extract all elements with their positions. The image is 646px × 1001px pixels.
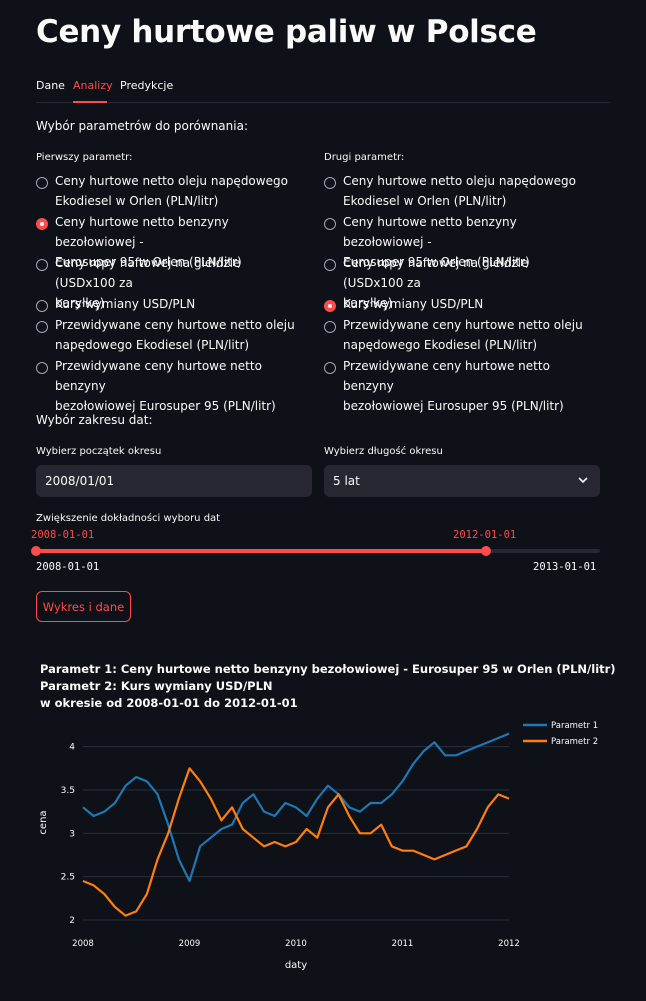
slider-min-label: 2008-01-01 [36,561,100,573]
tab-predykcje[interactable]: Predykcje [120,79,173,92]
chart-title-line-3: w okresie od 2008-01-01 do 2012-01-01 [40,696,298,710]
active-tab-indicator [73,101,107,103]
y-tick-label: 2 [69,916,75,926]
option-label-line: Ceny hurtowe netto benzyny bezołowiowej … [55,215,229,249]
second-param-option-1[interactable]: Ceny hurtowe netto oleju napędowego Ekodi… [324,174,588,211]
x-tick-label: 2011 [392,939,414,949]
radio-circle-icon[interactable] [36,218,48,230]
second-param-option-label: Przewidywane ceny hurtowe netto benzyny b… [343,356,588,416]
first-param-option-6[interactable]: Przewidywane ceny hurtowe netto benzyny b… [36,359,300,416]
compare-section-label: Wybór parametrów do porównania: [36,119,248,133]
start-date-input[interactable]: 2008/01/01 [36,465,312,497]
radio-circle-icon[interactable] [324,361,336,374]
second-param-option-label: Kurs wymiany USD/PLN [343,294,588,314]
first-param-option-label: Przewidywane ceny hurtowe netto benzyny b… [55,356,300,416]
date-range-section-label: Wybór zakresu dat: [36,413,153,427]
date-slider-fill [36,549,486,553]
radio-circle-icon[interactable] [36,320,48,333]
first-param-option-4[interactable]: Kurs wymiany USD/PLN [36,297,300,314]
radio-circle-icon[interactable] [36,177,48,189]
first-param-option-5[interactable]: Przewidywane ceny hurtowe netto oleju nap… [36,318,300,355]
radio-circle-icon[interactable] [324,177,336,189]
option-label-line: bezołowiowej Eurosuper 95 (PLN/litr) [343,398,564,413]
slider-label: Zwiększenie dokładności wyboru dat [36,513,221,524]
x-axis-label: daty [285,960,307,971]
line-chart: 2 2.5 3 3.5 4 2008 2009 2010 2011 2012 daty cena Par… [38,721,598,971]
x-tick-label: 2009 [179,939,201,949]
x-tick-label: 2012 [498,939,520,949]
option-label-line: Przewidywane ceny hurtowe netto oleju [55,317,295,332]
option-label-line: Przewidywane ceny hurtowe netto benzyny [343,358,550,393]
start-date-label: Wybierz początek okresu [36,446,162,457]
option-label-line: Przewidywane ceny hurtowe netto oleju [343,317,583,332]
option-label-line: Ceny hurtowe netto oleju napędowego [343,174,576,188]
tab-analizy[interactable]: Analizy [73,79,113,92]
chart-and-data-button[interactable]: Wykres i dane [36,591,131,622]
first-param-option-1[interactable]: Ceny hurtowe netto oleju napędowego Ekodi… [36,174,300,211]
tab-bar: Dane Analizy Predykcje [36,76,610,103]
series-line-1 [82,732,510,883]
x-tick-label: 2008 [72,939,94,949]
first-param-option-label: Ceny hurtowe netto oleju napędowego Ekodi… [55,171,300,211]
radio-circle-icon[interactable] [36,300,48,312]
chevron-down-icon [578,465,588,497]
second-param-option-4[interactable]: Kurs wymiany USD/PLN [324,297,588,314]
radio-circle-icon[interactable] [324,320,336,333]
x-tick-label: 2010 [285,939,307,949]
option-label-line: Przewidywane ceny hurtowe netto benzyny [55,358,262,393]
first-param-option-label: Przewidywane ceny hurtowe netto oleju nap… [55,315,300,355]
period-length-select[interactable]: 5 lat [324,465,600,497]
chart-title-line-2: Parametr 2: Kurs wymiany USD/PLN [40,679,273,693]
chart-title-line-1: Parametr 1: Ceny hurtowe netto benzyny b… [40,662,616,676]
option-label-line: napędowego Ekodiesel (PLN/litr) [55,337,250,352]
slider-max-label: 2013-01-01 [533,561,597,573]
option-label-line: Kurs wymiany USD/PLN [55,297,196,311]
y-axis-label: cena [38,810,49,834]
second-param-option-6[interactable]: Przewidywane ceny hurtowe netto benzyny b… [324,359,588,416]
option-label-line: Ceny hurtowe netto oleju napędowego [55,174,288,188]
radio-circle-icon[interactable] [36,259,48,271]
radio-circle-icon[interactable] [324,300,336,312]
slider-high-handle[interactable] [481,546,491,556]
first-param-option-label: Kurs wymiany USD/PLN [55,294,300,314]
period-length-value: 5 lat [333,474,360,488]
y-tick-label: 2.5 [61,873,75,883]
page-title: Ceny hurtowe paliw w Polsce [36,14,537,50]
legend-label-2: Parametr 2 [551,737,598,747]
y-tick-label: 4 [69,743,75,753]
radio-circle-icon[interactable] [324,218,336,230]
second-param-option-5[interactable]: Przewidywane ceny hurtowe netto oleju nap… [324,318,588,355]
option-label-line: Ceny ropy naftowej na giełdzie (USDx100 … [343,256,529,290]
second-param-label: Drugi parametr: [324,152,405,163]
option-label-line: Ekodiesel w Orlen (PLN/litr) [55,194,219,208]
first-param-label: Pierwszy parametr: [36,152,133,163]
option-label-line: Kurs wymiany USD/PLN [343,297,484,311]
slider-high-value: 2012-01-01 [453,529,517,541]
second-param-option-label: Przewidywane ceny hurtowe netto oleju nap… [343,315,588,355]
option-label-line: Ekodiesel w Orlen (PLN/litr) [343,194,507,208]
legend-label-1: Parametr 1 [551,721,598,731]
option-label-line: Ceny hurtowe netto benzyny bezołowiowej … [343,215,517,249]
option-label-line: napędowego Ekodiesel (PLN/litr) [343,337,538,352]
radio-circle-icon[interactable] [324,259,336,271]
tab-dane[interactable]: Dane [36,79,65,92]
slider-low-handle[interactable] [31,546,41,556]
y-tick-label: 3 [69,829,75,839]
slider-low-value: 2008-01-01 [31,529,95,541]
period-length-label: Wybierz długość okresu [324,446,443,457]
second-param-option-label: Ceny hurtowe netto oleju napędowego Ekodi… [343,171,588,211]
radio-circle-icon[interactable] [36,361,48,374]
option-label-line: Ceny ropy naftowej na giełdzie (USDx100 … [55,256,241,290]
y-tick-label: 3.5 [61,786,75,796]
